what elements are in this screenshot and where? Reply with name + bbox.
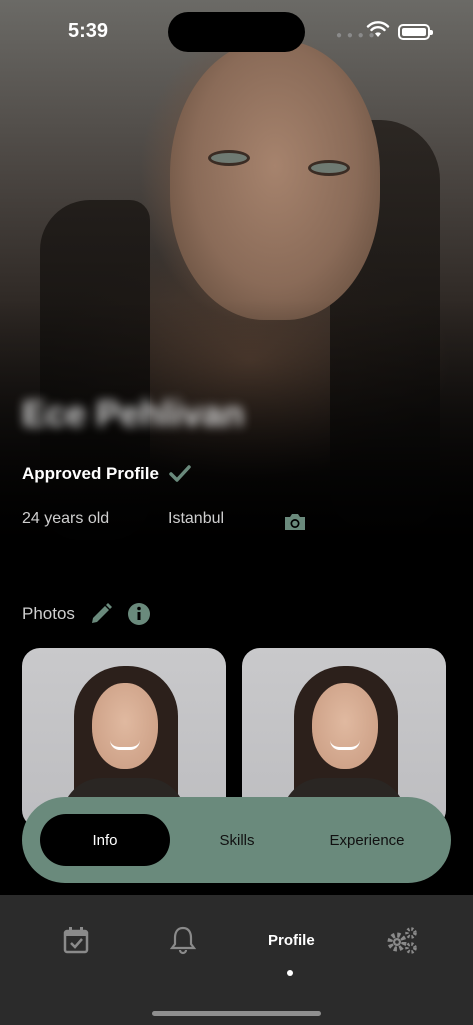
- nav-item-profile[interactable]: Profile: [268, 932, 315, 949]
- camera-icon[interactable]: [283, 512, 307, 532]
- status-bar: 5:39 ● ● ● ●: [0, 0, 473, 60]
- active-indicator-dot: [287, 970, 293, 976]
- home-indicator: [152, 1011, 321, 1016]
- battery-icon: [398, 24, 433, 40]
- calendar-check-icon[interactable]: [61, 925, 91, 955]
- pencil-edit-icon[interactable]: [89, 602, 113, 626]
- photos-title: Photos: [22, 604, 75, 623]
- wifi-icon: [366, 21, 390, 37]
- profile-name: Ece Pehlivan: [22, 393, 245, 434]
- gears-icon[interactable]: [384, 925, 420, 955]
- checkmark-icon: [169, 465, 191, 482]
- bell-icon[interactable]: [168, 925, 198, 955]
- profile-age: 24 years old: [22, 510, 110, 527]
- profile-section-tabs: Info Skills Experience: [22, 797, 451, 883]
- photos-header: Photos: [22, 602, 151, 626]
- dynamic-island: [168, 12, 305, 52]
- tab-experience[interactable]: Experience: [302, 814, 432, 866]
- status-time: 5:39: [68, 20, 109, 42]
- bottom-nav: Profile: [0, 895, 473, 1025]
- approved-profile-row: Approved Profile: [22, 464, 191, 484]
- profile-city: Istanbul: [168, 510, 225, 527]
- info-icon[interactable]: [127, 602, 151, 626]
- tab-skills[interactable]: Skills: [182, 814, 292, 866]
- approved-profile-label: Approved Profile: [22, 464, 159, 483]
- tab-info[interactable]: Info: [40, 814, 170, 866]
